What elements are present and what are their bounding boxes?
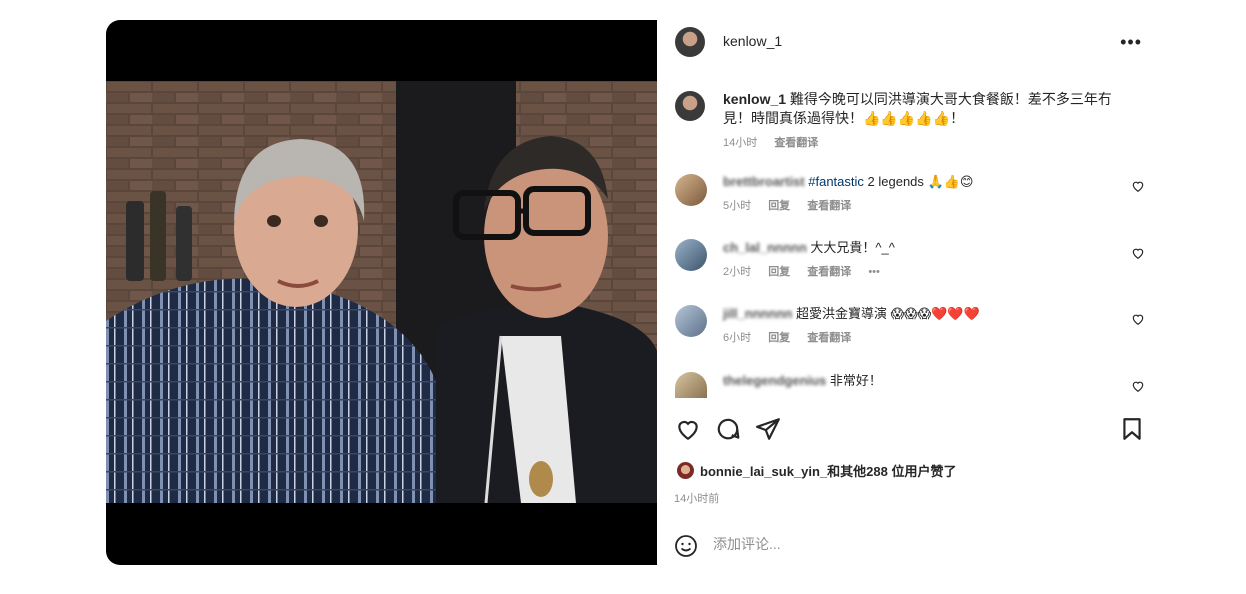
heart-icon[interactable]: [1131, 246, 1145, 260]
comment-text: 超愛洪金寶導演 😱😱😱❤️❤️❤️: [795, 306, 980, 321]
translate-link[interactable]: 查看翻译: [807, 332, 851, 344]
comment-avatar[interactable]: [675, 372, 707, 398]
comment-time: 5小时: [723, 200, 752, 212]
comment-item: brettbroartist #fantastic 2 legends 🙏👍😊 …: [723, 173, 1123, 215]
comment-text: 大大兄貴！^_^: [810, 240, 895, 255]
caption-translate-link[interactable]: 查看翻译: [774, 137, 818, 149]
comment-icon[interactable]: [715, 416, 741, 442]
caption-time: 14小时: [723, 137, 758, 149]
heart-icon[interactable]: [1131, 379, 1145, 393]
comment-avatar[interactable]: [675, 239, 707, 271]
comment-input[interactable]: [713, 536, 1093, 552]
caption-avatar[interactable]: [675, 91, 705, 121]
avatar[interactable]: [675, 27, 705, 57]
share-icon[interactable]: [755, 416, 781, 442]
comment-avatar[interactable]: [675, 174, 707, 206]
comment-text: 非常好！: [829, 373, 882, 388]
reply-button[interactable]: 回复: [768, 200, 790, 212]
heart-icon[interactable]: [1131, 179, 1145, 193]
comment-item: ch_lal_nnnnn 大大兄貴！^_^ 2小时 回复 查看翻译 •••: [723, 239, 1123, 281]
more-icon[interactable]: •••: [868, 266, 880, 278]
comment-time: 6小时: [723, 332, 752, 344]
comment-username[interactable]: brettbroartist: [723, 173, 805, 191]
comment-item: thelegendgenius 非常好！: [723, 372, 1123, 390]
likes-summary: bonnie_lai_suk_yin_和其他288 位用户赞了: [677, 461, 956, 480]
reply-button[interactable]: 回复: [768, 332, 790, 344]
post-media[interactable]: [106, 20, 657, 565]
post-side-panel: kenlow_1 ••• kenlow_1 難得今晚可以同洪導演大哥大食餐飯！差…: [657, 20, 1160, 565]
post-header: kenlow_1 •••: [657, 20, 1160, 62]
comment-avatar[interactable]: [675, 305, 707, 337]
comment-username[interactable]: thelegendgenius: [723, 372, 826, 390]
comment-username[interactable]: ch_lal_nnnnn: [723, 239, 807, 257]
heart-icon[interactable]: [1131, 312, 1145, 326]
reply-button[interactable]: 回复: [768, 266, 790, 278]
post-modal: kenlow_1 ••• kenlow_1 難得今晚可以同洪導演大哥大食餐飯！差…: [0, 0, 1246, 594]
more-icon[interactable]: •••: [1120, 32, 1142, 53]
comment-hashtag[interactable]: #fantastic: [808, 174, 864, 189]
add-comment-bar: [657, 526, 1160, 566]
comment-time: 2小时: [723, 266, 752, 278]
post-author-username[interactable]: kenlow_1: [723, 33, 782, 49]
save-icon[interactable]: [1119, 416, 1145, 442]
comment-username[interactable]: jill_nnnnnn: [723, 305, 792, 323]
translate-link[interactable]: 查看翻译: [807, 200, 851, 212]
comment-item: jill_nnnnnn 超愛洪金寶導演 😱😱😱❤️❤️❤️ 6小时 回复 查看翻…: [723, 305, 1123, 347]
caption-meta: 14小时 查看翻译: [723, 134, 1123, 153]
caption-username[interactable]: kenlow_1: [723, 91, 786, 107]
translate-link[interactable]: 查看翻译: [807, 266, 851, 278]
likes-text[interactable]: bonnie_lai_suk_yin_和其他288 位用户赞了: [700, 461, 956, 480]
emoji-icon[interactable]: [674, 534, 698, 558]
post-caption: kenlow_1 難得今晚可以同洪導演大哥大食餐飯！差不多三年冇見！時間真係過得…: [723, 90, 1123, 153]
post-action-bar: [675, 416, 1145, 442]
liker-avatar[interactable]: [677, 462, 694, 479]
post-photo: [106, 81, 657, 503]
comment-text: 2 legends 🙏👍😊: [863, 174, 974, 189]
post-timestamp: 14小时前: [674, 493, 720, 505]
like-icon[interactable]: [675, 416, 701, 442]
